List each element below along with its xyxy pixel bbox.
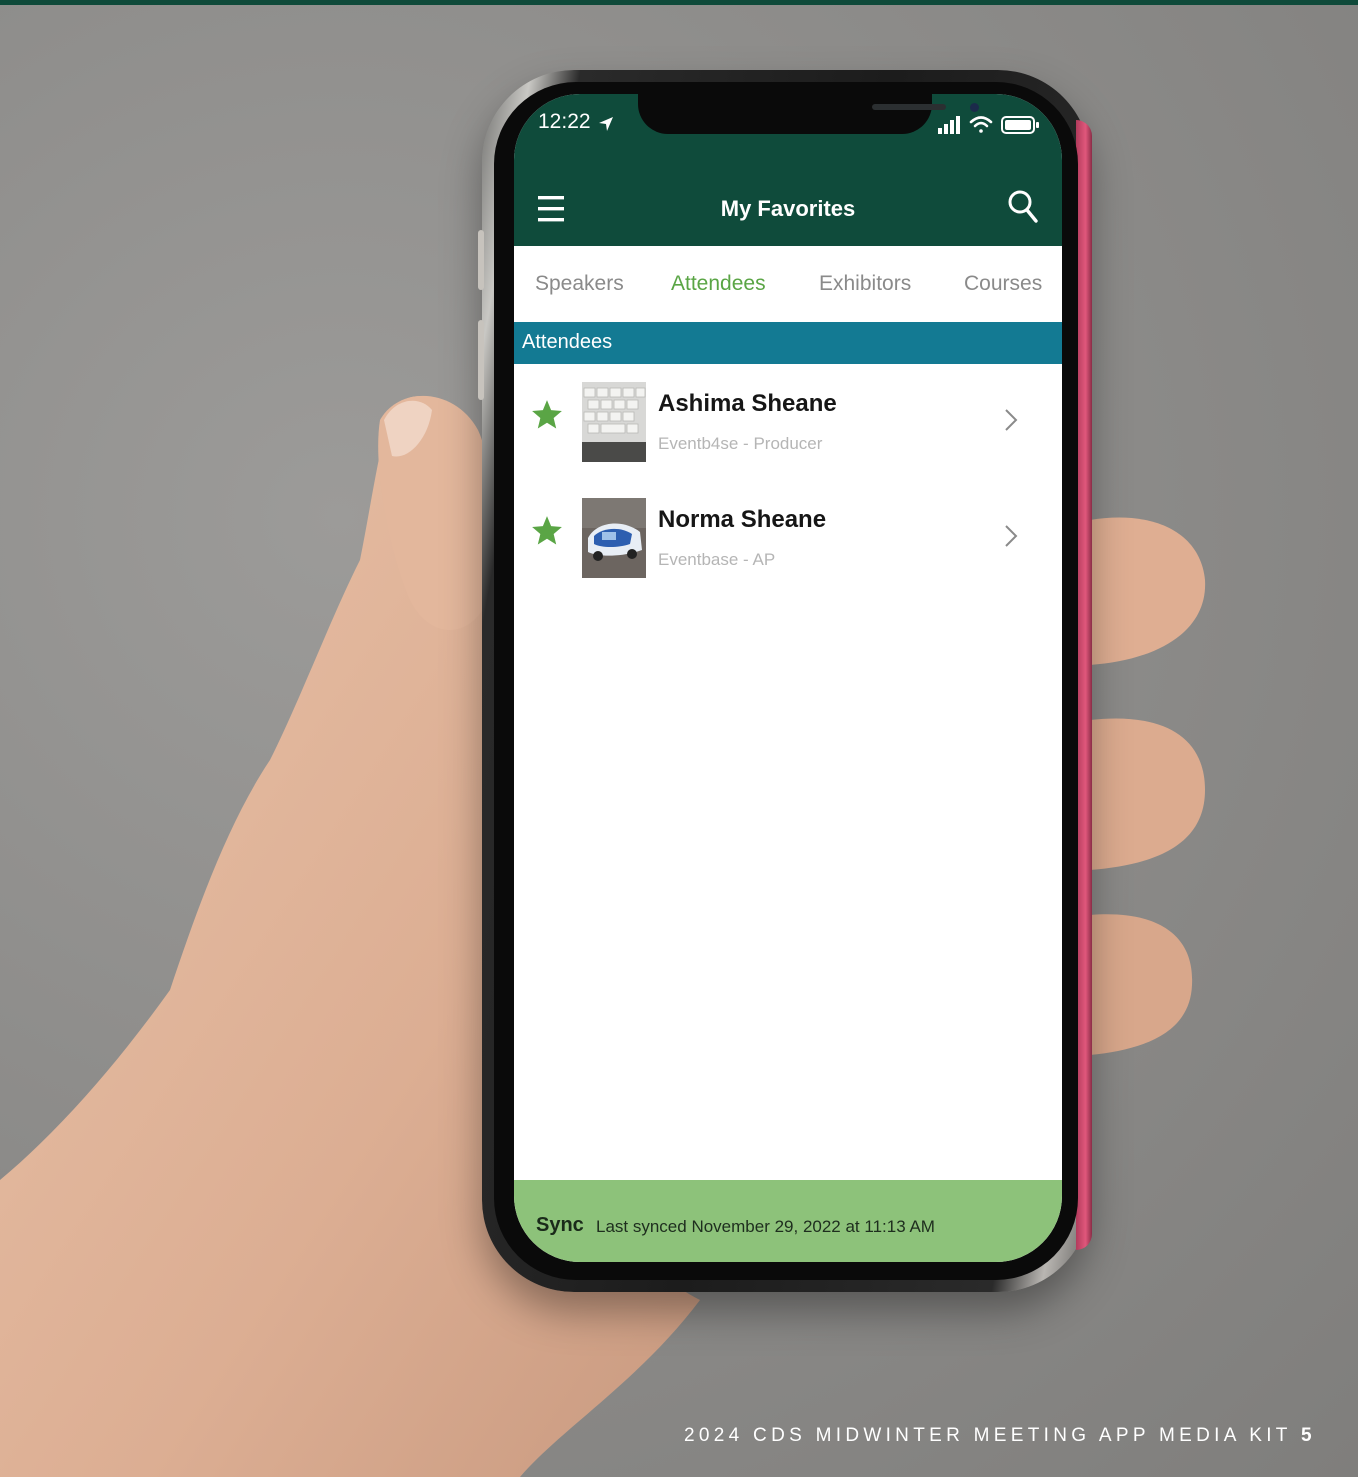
phone-case-edge: [1076, 120, 1092, 1250]
section-header: Attendees: [514, 322, 1062, 364]
page-footer: 2024 CDS MIDWINTER MEETING APP MEDIA KIT…: [684, 1425, 1316, 1447]
page-number: 5: [1300, 1425, 1316, 1446]
status-icons: [938, 116, 1039, 134]
sync-status: Last synced November 29, 2022 at 11:13 A…: [596, 1217, 935, 1236]
attendee-avatar: [582, 382, 646, 462]
attendee-subtitle: Eventb4se - Producer: [658, 434, 823, 453]
tab-exhibitors[interactable]: Exhibitors: [819, 272, 911, 296]
attendee-subtitle: Eventbase - AP: [658, 550, 776, 569]
attendee-avatar: [582, 498, 646, 578]
page-title: My Favorites: [720, 196, 856, 221]
location-arrow-icon: [599, 117, 613, 131]
volume-up-button: [478, 230, 484, 290]
status-time: 12:22: [538, 110, 591, 133]
list-item[interactable]: Norma Sheane Eventbase - AP: [514, 480, 1062, 590]
earpiece-speaker: [872, 104, 946, 110]
chevron-right-icon: [1005, 409, 1018, 431]
signal-icon: [938, 116, 960, 134]
volume-down-button: [478, 320, 484, 400]
chevron-right-icon: [1005, 525, 1018, 547]
sync-button[interactable]: Sync: [536, 1214, 584, 1237]
phone-notch: [638, 94, 979, 134]
sync-bar: Sync Last synced November 29, 2022 at 11…: [514, 1180, 1062, 1262]
battery-icon: [1001, 116, 1039, 134]
search-icon[interactable]: [1008, 190, 1038, 224]
attendee-name: Ashima Sheane: [658, 390, 837, 417]
favorites-tabs: Speakers Attendees Exhibitors Courses: [514, 246, 1062, 322]
tab-attendees[interactable]: Attendees: [671, 272, 766, 296]
wifi-icon: [969, 116, 993, 133]
tab-courses[interactable]: Courses: [964, 272, 1042, 296]
app-header: 12:22 My Favorites: [514, 94, 1062, 246]
footer-title: 2024 CDS MIDWINTER MEETING APP MEDIA KIT: [684, 1425, 1292, 1446]
front-camera: [970, 103, 979, 112]
section-title: Attendees: [522, 331, 613, 353]
tab-speakers[interactable]: Speakers: [535, 272, 624, 296]
list-item[interactable]: Ashima Sheane Eventb4se - Producer: [514, 364, 1062, 474]
star-icon[interactable]: [530, 514, 564, 548]
phone-screen: 12:22 My Favorites Speakers Attendees Ex…: [514, 94, 1062, 1262]
star-icon[interactable]: [530, 398, 564, 432]
attendee-name: Norma Sheane: [658, 506, 827, 533]
